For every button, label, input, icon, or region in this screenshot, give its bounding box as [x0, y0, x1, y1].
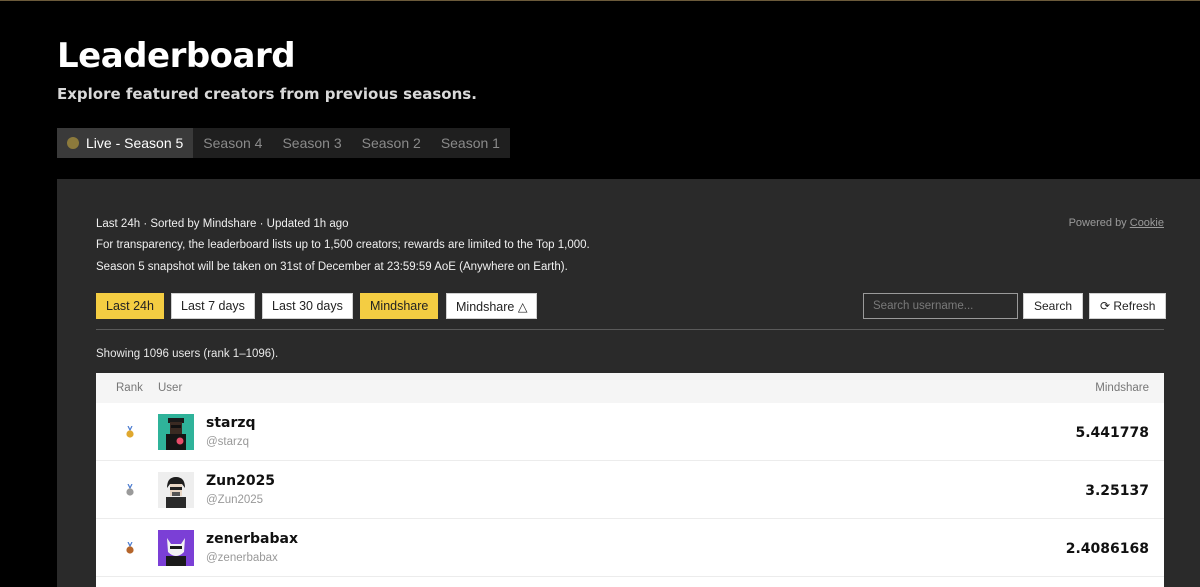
leaderboard-panel: Last 24h · Sorted by Mindshare · Updated… — [57, 179, 1200, 587]
tab-season-1[interactable]: Season 1 — [431, 128, 510, 158]
mindshare-value: 3.25137 — [1085, 483, 1149, 499]
bronze-medal-icon — [126, 542, 134, 554]
tab-label: Season 1 — [440, 135, 500, 151]
tab-label: Season 2 — [361, 135, 421, 151]
table-row[interactable]: zenerbabax @zenerbabax 2.4086168 — [96, 519, 1164, 577]
tab-label: Season 4 — [203, 135, 263, 151]
refresh-button[interactable]: ⟳ Refresh — [1089, 293, 1167, 319]
mindshare-value: 2.4086168 — [1065, 541, 1149, 557]
silver-medal-icon — [126, 484, 134, 496]
powered-by-prefix: Powered by — [1068, 217, 1127, 229]
live-dot-icon — [67, 137, 79, 149]
sort-mindshare-button[interactable]: Mindshare — [360, 293, 439, 319]
header-user: User — [158, 382, 183, 394]
season-tabs: Live - Season 5 Season 4 Season 3 Season… — [57, 128, 510, 158]
search-button[interactable]: Search — [1023, 293, 1084, 319]
user-name[interactable]: starzq — [206, 415, 256, 431]
cookie-link[interactable]: Cookie — [1130, 217, 1164, 229]
user-name[interactable]: Zun2025 — [206, 473, 275, 489]
tab-season-3[interactable]: Season 3 — [272, 128, 351, 158]
leaderboard-table: Rank User Mindshare starzq @starzq 5.441… — [96, 373, 1164, 587]
user-handle: @starzq — [206, 436, 249, 448]
tab-season-2[interactable]: Season 2 — [352, 128, 431, 158]
info-transparency: For transparency, the leaderboard lists … — [96, 239, 590, 251]
info-snapshot: Season 5 snapshot will be taken on 31st … — [96, 261, 568, 273]
info-status: Last 24h · Sorted by Mindshare · Updated… — [96, 218, 349, 230]
filter-last-7-days-button[interactable]: Last 7 days — [171, 293, 255, 319]
user-name[interactable]: zenerbabax — [206, 531, 298, 547]
filter-last-24h-button[interactable]: Last 24h — [96, 293, 164, 319]
header-mindshare[interactable]: Mindshare — [1095, 382, 1149, 394]
user-handle: @Zun2025 — [206, 494, 264, 506]
page-title: Leaderboard — [57, 36, 296, 76]
mindshare-value: 5.441778 — [1075, 425, 1149, 441]
table-header: Rank User Mindshare — [96, 373, 1164, 403]
tab-label: Season 3 — [282, 135, 342, 151]
gold-medal-icon — [126, 426, 134, 438]
tab-live-season-5[interactable]: Live - Season 5 — [57, 128, 194, 158]
tab-label: Live - Season 5 — [86, 135, 184, 151]
powered-by: Powered by Cookie — [1069, 217, 1164, 229]
search-input[interactable] — [863, 293, 1018, 319]
top-rule — [0, 0, 1200, 1]
showing-count: Showing 1096 users (rank 1–1096). — [96, 348, 279, 360]
page-subtitle: Explore featured creators from previous … — [57, 85, 477, 103]
user-handle: @zenerbabax — [206, 552, 278, 564]
filter-last-30-days-button[interactable]: Last 30 days — [262, 293, 353, 319]
avatar — [158, 530, 194, 566]
header-rank: Rank — [116, 382, 143, 394]
table-row[interactable]: starzq @starzq 5.441778 — [96, 403, 1164, 461]
divider — [96, 329, 1164, 330]
avatar — [158, 414, 194, 450]
tab-season-4[interactable]: Season 4 — [193, 128, 272, 158]
avatar — [158, 472, 194, 508]
sort-mindshare-alt-button[interactable]: Mindshare △ — [446, 293, 538, 319]
table-row[interactable]: Zun2025 @Zun2025 3.25137 — [96, 461, 1164, 519]
